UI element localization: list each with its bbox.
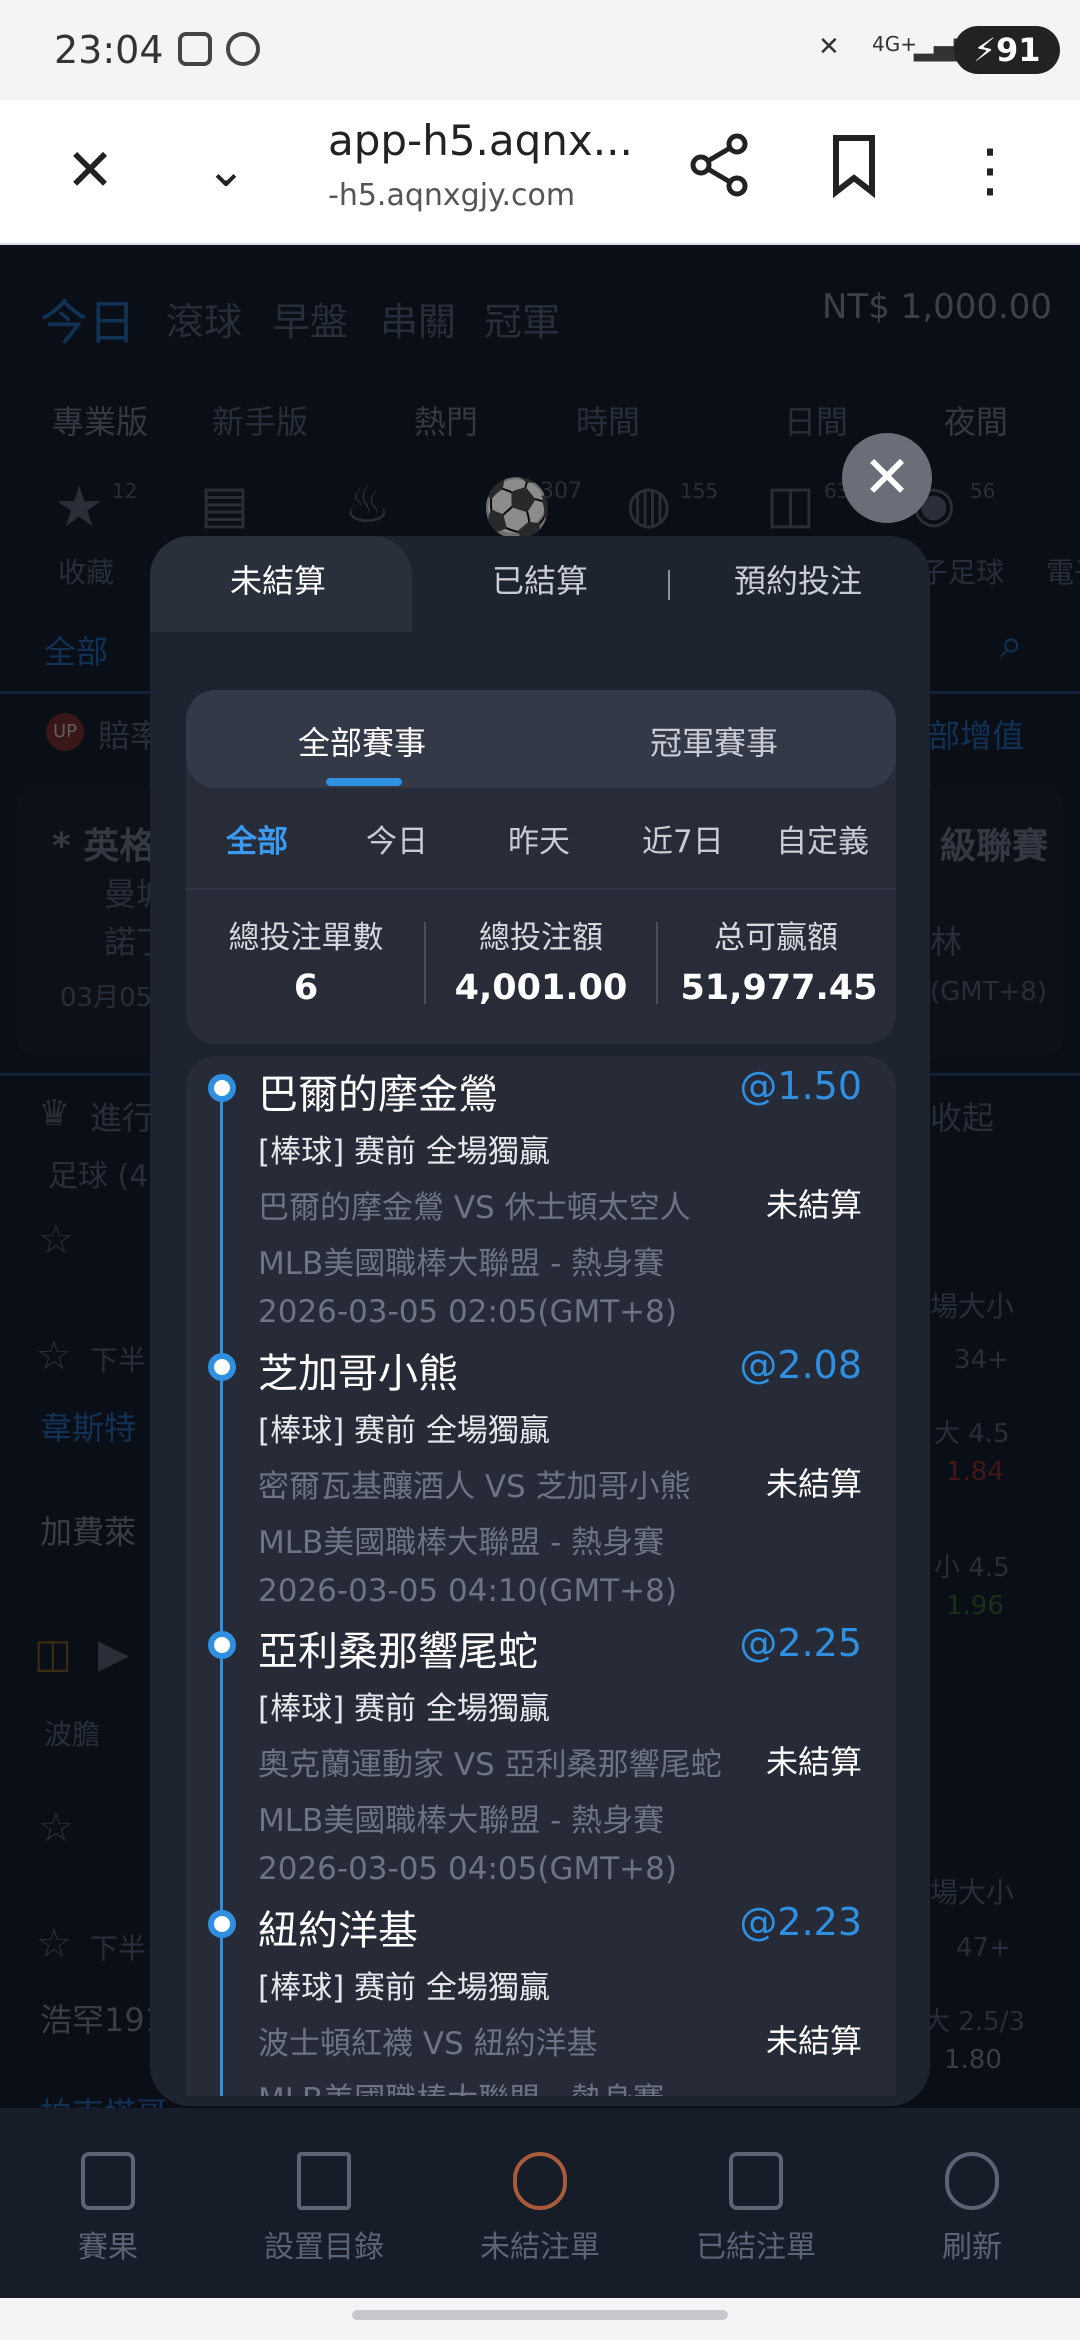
screenshot-icon: [178, 32, 212, 66]
stat-bet-count-value: 6: [293, 968, 319, 1008]
document-icon: [81, 2152, 135, 2210]
summary-card: 全部賽事 冠軍賽事 全部 今日 昨天 近7日 自定義 總投注單數 6 總投注額 …: [186, 690, 896, 1044]
bet-item[interactable]: 巴爾的摩金鶯 @1.50 [棒球] 赛前 全場獨贏 巴爾的摩金鶯 VS 休士頓太…: [186, 1062, 896, 1342]
bet-match: 奧克蘭運動家 VS 亞利桑那響尾蛇: [258, 1747, 722, 1783]
divider: [186, 888, 896, 890]
nav-unsettled[interactable]: 未結注單: [432, 2108, 648, 2298]
tab-divider: [668, 570, 670, 600]
bet-league: MLB美國職棒大聯盟 - 熱身賽: [258, 1246, 665, 1282]
tab-unsettled[interactable]: 未結算: [230, 556, 326, 602]
stat-divider: [656, 922, 658, 1004]
segment-bar: 全部賽事 冠軍賽事: [186, 690, 896, 788]
network-type: 4G+: [872, 32, 917, 56]
stat-bet-count-label: 總投注單數: [228, 920, 384, 956]
bet-match: 波士頓紅襪 VS 紐約洋基: [258, 2026, 598, 2062]
segment-champion-events[interactable]: 冠軍賽事: [650, 718, 778, 764]
tab-reserved[interactable]: 預約投注: [734, 556, 862, 602]
bet-selection: 紐約洋基: [258, 1908, 418, 1954]
bet-time: 2026-03-05 02:05(GMT+8): [258, 1294, 677, 1330]
bet-selection: 亞利桑那響尾蛇: [258, 1629, 538, 1675]
stat-potential-win-label: 总可赢額: [714, 920, 838, 956]
bet-type: [棒球] 赛前 全場獨贏: [258, 1134, 550, 1170]
bet-status: 未結算: [765, 1186, 862, 1224]
timeline-dot: [208, 1631, 236, 1659]
bet-selection: 芝加哥小熊: [258, 1351, 458, 1397]
tab-settled[interactable]: 已結算: [492, 556, 588, 602]
segment-underline: [326, 778, 402, 786]
timeline-dot: [208, 1910, 236, 1938]
share-icon[interactable]: [680, 130, 760, 210]
battery-indicator: ⚡91: [954, 26, 1060, 74]
bet-type: [棒球] 赛前 全場獨贏: [258, 1413, 550, 1449]
filter-all[interactable]: 全部: [226, 816, 288, 861]
nav-results-label: 賽果: [78, 2230, 138, 2265]
status-time: 23:04: [54, 28, 164, 72]
nav-results[interactable]: 賽果: [0, 2108, 216, 2298]
browser-toolbar: ✕ ⌄ app-h5.aqnx... -h5.aqnxgjy.com ⋮: [0, 100, 1080, 245]
bet-league: MLB美國職棒大聯盟 - 熱身賽: [258, 1803, 665, 1839]
gesture-bar[interactable]: [352, 2310, 728, 2320]
bet-odds: @1.50: [739, 1064, 862, 1108]
bet-odds: @2.25: [739, 1621, 862, 1665]
modal-tabs: 未結算 已結算 預約投注: [150, 536, 930, 632]
bet-odds: @2.08: [739, 1343, 862, 1387]
bet-status: 未結算: [765, 1465, 862, 1503]
bet-type: [棒球] 赛前 全場獨贏: [258, 1691, 550, 1727]
bet-time: 2026-03-05 04:05(GMT+8): [258, 1851, 677, 1887]
bet-time: 2026-03-05 04:10(GMT+8): [258, 1573, 677, 1609]
close-tab-icon[interactable]: ✕: [50, 130, 130, 210]
timeline-dot: [208, 1353, 236, 1381]
filter-custom[interactable]: 自定義: [776, 816, 869, 861]
bet-record-modal: 未結算 已結算 預約投注 全部賽事 冠軍賽事 全部 今日 昨天 近7日 自定義 …: [150, 536, 930, 2106]
vpn-icon: [226, 32, 260, 66]
nav-settings-label: 設置目錄: [264, 2230, 384, 2265]
bet-status: 未結算: [765, 2022, 862, 2060]
filter-yesterday[interactable]: 昨天: [508, 816, 570, 861]
bet-item[interactable]: 紐約洋基 @2.23 [棒球] 赛前 全場獨贏 波士頓紅襪 VS 紐約洋基 未結…: [186, 1898, 896, 2096]
timeline-dot: [208, 1074, 236, 1102]
nav-settings[interactable]: 設置目錄: [216, 2108, 432, 2298]
bet-league: MLB美國職棒大聯盟 - 熱身賽: [258, 2074, 664, 2096]
more-menu-icon[interactable]: ⋮: [950, 130, 1030, 210]
nav-settled[interactable]: 已結注單: [648, 2108, 864, 2298]
bet-item[interactable]: 芝加哥小熊 @2.08 [棒球] 赛前 全場獨贏 密爾瓦基釀酒人 VS 芝加哥小…: [186, 1341, 896, 1621]
stat-total-stake-label: 總投注額: [479, 920, 603, 956]
bet-odds: @2.23: [739, 1900, 862, 1944]
segment-all-events[interactable]: 全部賽事: [298, 718, 426, 764]
status-bar: 23:04 ✕ 4G+ ▂▄▆ ⚡91: [0, 0, 1080, 100]
bet-status: 未結算: [765, 1743, 862, 1781]
nav-unsettled-label: 未結注單: [480, 2230, 600, 2265]
bottom-nav: 賽果 設置目錄 未結注單 已結注單 刷新: [0, 2108, 1080, 2298]
refresh-icon: [945, 2152, 999, 2210]
chevron-down-icon[interactable]: ⌄: [186, 130, 266, 210]
bet-selection: 巴爾的摩金鶯: [258, 1072, 498, 1118]
page-url[interactable]: -h5.aqnxgjy.com: [328, 178, 575, 213]
bookmark-icon[interactable]: [814, 130, 894, 210]
stat-total-stake-value: 4,001.00: [454, 968, 628, 1008]
bet-item[interactable]: 亞利桑那響尾蛇 @2.25 [棒球] 赛前 全場獨贏 奧克蘭運動家 VS 亞利桑…: [186, 1619, 896, 1899]
nav-settled-label: 已結注單: [696, 2230, 816, 2265]
filter-today[interactable]: 今日: [366, 816, 428, 861]
receipt-icon: [729, 2152, 783, 2210]
bet-match: 密爾瓦基釀酒人 VS 芝加哥小熊: [258, 1469, 691, 1505]
battery-level: 91: [995, 31, 1041, 69]
stat-potential-win-value: 51,977.45: [680, 968, 878, 1008]
sliders-icon: [297, 2152, 351, 2210]
filter-7days[interactable]: 近7日: [642, 816, 724, 861]
bet-type: [棒球] 赛前 全場獨贏: [258, 1970, 550, 2006]
nav-refresh[interactable]: 刷新: [864, 2108, 1080, 2298]
bet-match: 巴爾的摩金鶯 VS 休士頓太空人: [258, 1190, 691, 1226]
close-modal-button[interactable]: ✕: [842, 433, 932, 523]
page-title: app-h5.aqnx...: [328, 116, 633, 165]
dragon-2026-icon: [513, 2152, 567, 2210]
nav-refresh-label: 刷新: [942, 2230, 1002, 2265]
bet-list: 巴爾的摩金鶯 @1.50 [棒球] 赛前 全場獨贏 巴爾的摩金鶯 VS 休士頓太…: [186, 1056, 896, 2096]
mute-icon: ✕: [818, 32, 840, 62]
bet-league: MLB美國職棒大聯盟 - 熱身賽: [258, 1525, 665, 1561]
